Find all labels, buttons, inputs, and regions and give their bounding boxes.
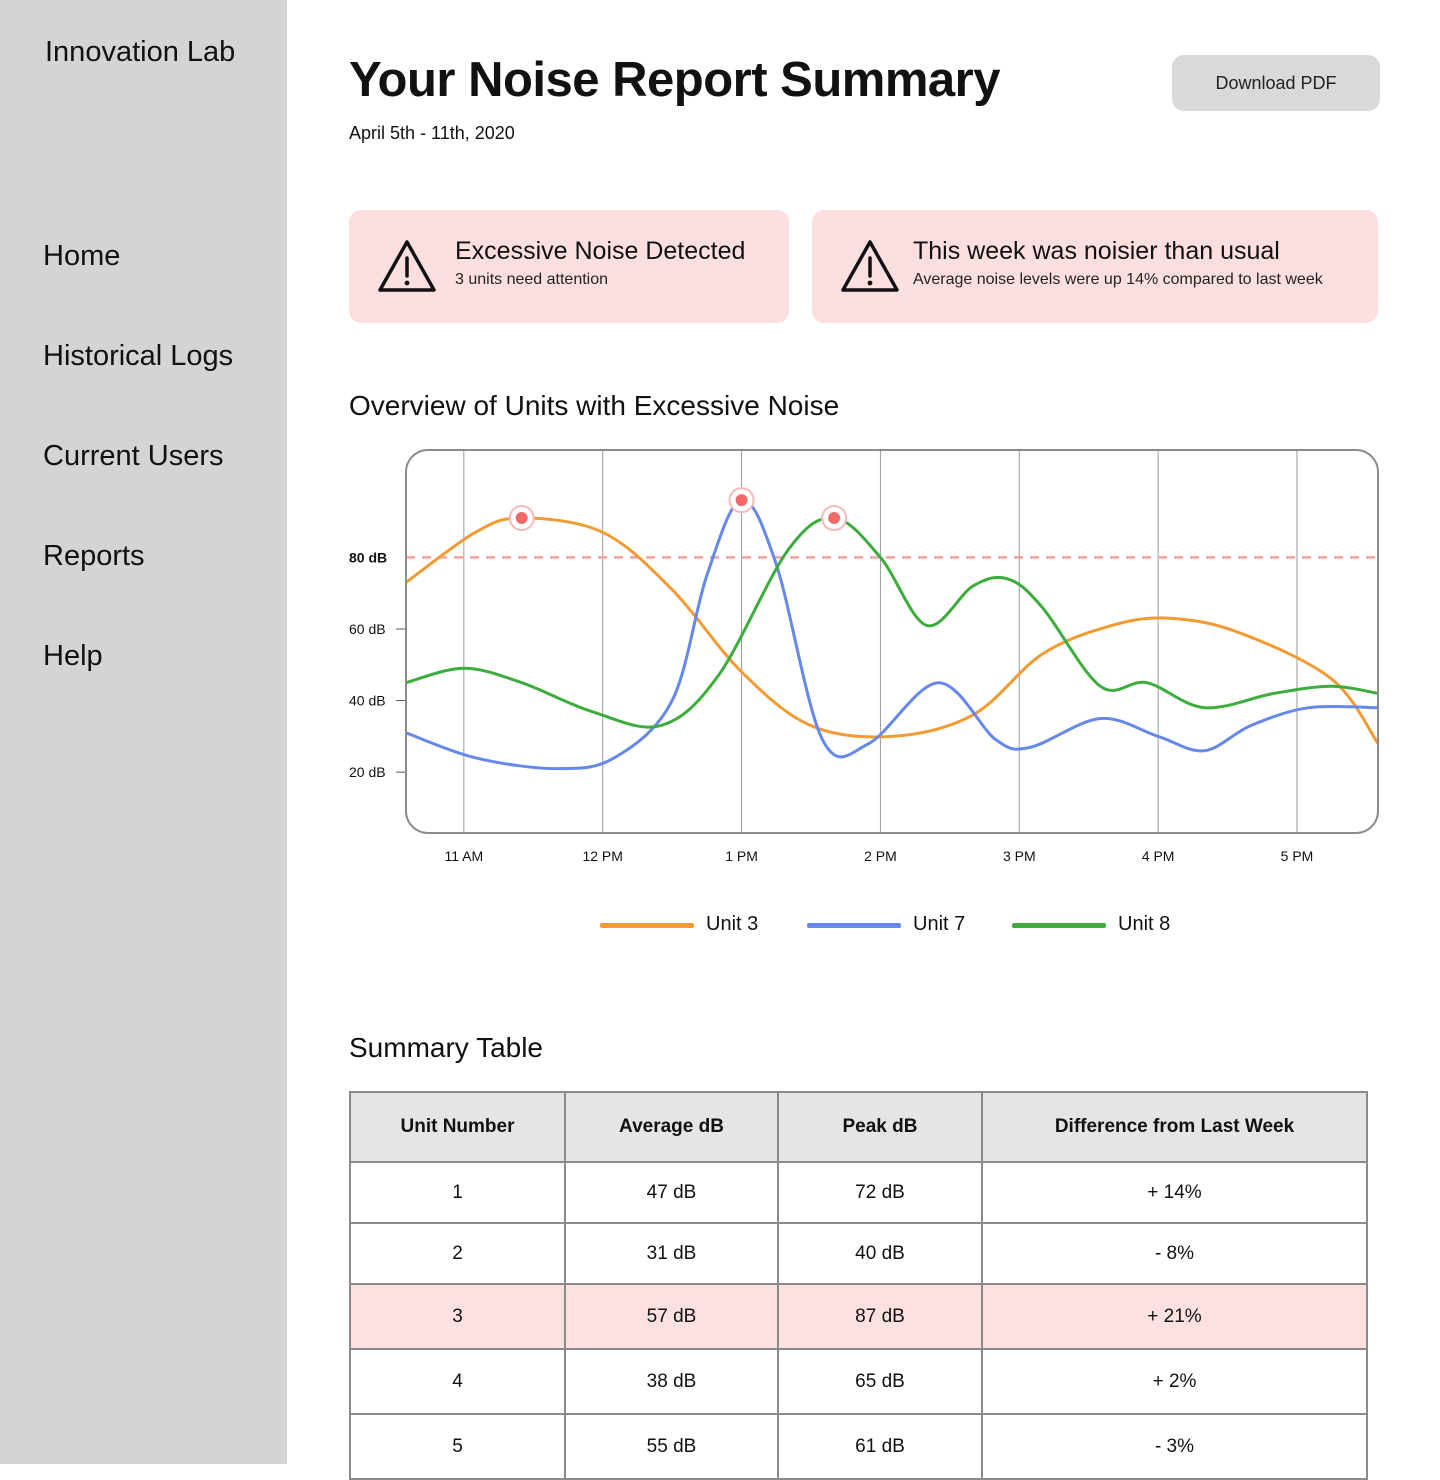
- sidebar-item-help[interactable]: Help: [43, 640, 103, 673]
- legend-label: Unit 7: [913, 913, 966, 935]
- legend-label: Unit 3: [706, 913, 759, 935]
- table-row: 3 57 dB 87 dB + 21%: [349, 1283, 1368, 1350]
- cell-unit-number: 5: [349, 1413, 566, 1480]
- summary-table: Unit Number Average dB Peak dB Differenc…: [349, 1091, 1368, 1480]
- alert-noisier-week: This week was noisier than usual Average…: [812, 210, 1378, 323]
- x-tick-label: 12 PM: [582, 848, 622, 864]
- table-row: 1 47 dB 72 dB + 14%: [349, 1161, 1368, 1224]
- sidebar-item-home[interactable]: Home: [43, 240, 120, 273]
- y-tick-label: 60 dB: [349, 621, 386, 637]
- legend-swatch: [1012, 923, 1106, 928]
- cell-unit-number: 2: [349, 1222, 566, 1285]
- alert-excessive-noise: Excessive Noise Detected 3 units need at…: [349, 210, 789, 323]
- cell-difference: + 21%: [981, 1283, 1368, 1350]
- cell-average-db: 38 dB: [564, 1348, 779, 1415]
- date-range: April 5th - 11th, 2020: [349, 123, 515, 143]
- column-header-difference: Difference from Last Week: [981, 1091, 1368, 1163]
- plot-frame: [405, 449, 1379, 834]
- cell-unit-number: 3: [349, 1283, 566, 1350]
- table-row: 2 31 dB 40 dB - 8%: [349, 1222, 1368, 1285]
- peak-marker: [515, 512, 528, 525]
- legend-label: Unit 8: [1118, 913, 1171, 935]
- cell-peak-db: 40 dB: [777, 1222, 983, 1285]
- chart-title: Overview of Units with Excessive Noise: [349, 390, 840, 421]
- column-header-average-db: Average dB: [564, 1091, 779, 1163]
- cell-difference: + 2%: [981, 1348, 1368, 1415]
- download-pdf-button[interactable]: Download PDF: [1172, 55, 1380, 111]
- table-title: Summary Table: [349, 1032, 544, 1063]
- page-title: Your Noise Report Summary: [349, 53, 1000, 107]
- x-tick-label: 5 PM: [1281, 848, 1314, 864]
- y-tick-label: 20 dB: [349, 764, 386, 780]
- alert-title: This week was noisier than usual: [913, 237, 1280, 265]
- table-row: 5 55 dB 61 dB - 3%: [349, 1413, 1368, 1480]
- y-tick-label: 40 dB: [349, 693, 386, 709]
- cell-difference: + 14%: [981, 1161, 1368, 1224]
- cell-difference: - 8%: [981, 1222, 1368, 1285]
- x-tick-label: 3 PM: [1003, 848, 1036, 864]
- cell-average-db: 31 dB: [564, 1222, 779, 1285]
- noise-line-chart: 11 AM 12 PM 1 PM 2 PM 3 PM 4 PM 5 PM 20 dB 40 dB…: [349, 449, 1379, 864]
- legend-swatch: [600, 923, 694, 928]
- cell-unit-number: 1: [349, 1161, 566, 1224]
- x-tick-label: 1 PM: [725, 848, 758, 864]
- series-line-unit-7: [406, 498, 1378, 771]
- cell-average-db: 57 dB: [564, 1283, 779, 1350]
- cell-peak-db: 72 dB: [777, 1161, 983, 1224]
- legend-swatch: [807, 923, 901, 928]
- column-header-peak-db: Peak dB: [777, 1091, 983, 1163]
- sidebar-item-historical-logs[interactable]: Historical Logs: [43, 340, 233, 373]
- sidebar: Innovation Lab Home Historical Logs Curr…: [0, 0, 287, 1464]
- column-header-unit-number: Unit Number: [349, 1091, 566, 1163]
- cell-peak-db: 87 dB: [777, 1283, 983, 1350]
- sidebar-item-reports[interactable]: Reports: [43, 540, 145, 573]
- x-tick-label: 11 AM: [445, 848, 484, 864]
- cell-difference: - 3%: [981, 1413, 1368, 1480]
- series-line-unit-3: [406, 516, 1378, 745]
- cell-average-db: 55 dB: [564, 1413, 779, 1480]
- alert-title: Excessive Noise Detected: [455, 237, 746, 265]
- peak-marker: [735, 494, 748, 507]
- y-tick-label: 80 dB: [349, 549, 387, 565]
- alert-subtitle: Average noise levels were up 14% compare…: [913, 271, 1323, 288]
- table-header-row: Unit Number Average dB Peak dB Differenc…: [349, 1091, 1368, 1163]
- cell-average-db: 47 dB: [564, 1161, 779, 1224]
- table-row: 4 38 dB 65 dB + 2%: [349, 1348, 1368, 1415]
- peak-marker: [828, 512, 841, 525]
- sidebar-item-current-users[interactable]: Current Users: [43, 440, 224, 473]
- x-tick-label: 4 PM: [1142, 848, 1175, 864]
- warning-icon: [378, 240, 436, 292]
- warning-icon: [841, 240, 899, 292]
- series-line-unit-8: [406, 516, 1378, 729]
- brand-name: Innovation Lab: [45, 36, 236, 68]
- cell-peak-db: 61 dB: [777, 1413, 983, 1480]
- alert-subtitle: 3 units need attention: [455, 271, 609, 288]
- cell-peak-db: 65 dB: [777, 1348, 983, 1415]
- x-tick-label: 2 PM: [864, 848, 897, 864]
- cell-unit-number: 4: [349, 1348, 566, 1415]
